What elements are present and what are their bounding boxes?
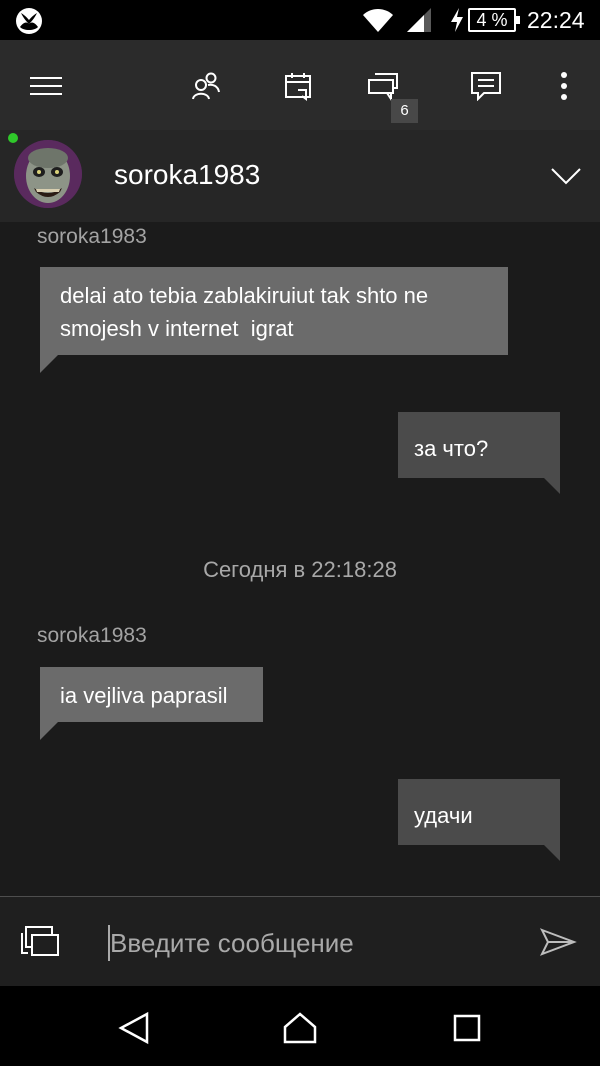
status-time: 22:24 [527, 7, 585, 33]
activity-button[interactable] [277, 64, 321, 108]
message-text-line: smojesh v internet igrat [60, 316, 294, 341]
bubble-tail [40, 355, 58, 373]
home-button[interactable] [280, 1008, 320, 1048]
message-bubble-outgoing[interactable]: за что? [398, 412, 560, 478]
conversations-icon [368, 73, 398, 101]
conversation-gamertag: soroka1983 [114, 159, 261, 190]
message-composer [0, 896, 600, 986]
messages-button[interactable] [464, 64, 508, 108]
message-list[interactable]: soroka1983 delai ato tebia zablakiruiut … [0, 222, 600, 896]
message-sender: soroka1983 [37, 624, 147, 647]
wifi-icon [363, 9, 393, 32]
friends-button[interactable] [184, 64, 228, 108]
message-bubble-outgoing[interactable]: удачи [398, 779, 560, 845]
avatar[interactable] [14, 140, 82, 208]
message-text: ia vejliva paprasil [60, 683, 228, 708]
bubble-tail [544, 845, 560, 861]
activity-icon [285, 73, 311, 101]
message-timestamp: Сегодня в 22:18:28 [203, 557, 397, 582]
navigation-bar [0, 986, 600, 1066]
expand-button[interactable] [548, 158, 584, 194]
menu-button[interactable] [24, 64, 68, 108]
message-bubble-incoming[interactable]: delai ato tebia zablakiruiut tak shto ne… [40, 267, 508, 355]
message-input[interactable] [108, 925, 508, 961]
conversation-header[interactable]: soroka1983 [0, 130, 600, 222]
message-text: за что? [414, 436, 489, 461]
bubble-tail [544, 478, 560, 494]
signal-icon [407, 8, 431, 32]
status-bar: 4 % 22:24 [0, 0, 600, 40]
app-bar: 6 [0, 40, 600, 130]
more-options-button[interactable] [542, 64, 586, 108]
back-icon [118, 1011, 149, 1045]
recents-icon [453, 1014, 481, 1042]
menu-icon [30, 77, 62, 95]
message-text: удачи [414, 803, 473, 828]
notification-badge: 6 [391, 99, 418, 123]
friends-icon [192, 72, 220, 100]
online-status-dot [8, 133, 18, 143]
battery-indicator: 4 % [468, 8, 520, 32]
back-button[interactable] [114, 1008, 154, 1048]
recents-button[interactable] [447, 1008, 487, 1048]
send-icon[interactable] [538, 927, 578, 957]
home-icon [283, 1012, 317, 1044]
bubble-tail [40, 722, 58, 740]
chevron-down-icon [551, 168, 581, 185]
attach-icon[interactable] [20, 925, 62, 961]
xbox-logo-icon [16, 8, 42, 34]
message-text-line: delai ato tebia zablakiruiut tak shto ne [60, 283, 429, 308]
messages-icon [471, 72, 501, 101]
message-sender: soroka1983 [37, 225, 147, 248]
charging-icon [451, 8, 463, 32]
more-icon [561, 72, 567, 100]
message-bubble-incoming[interactable]: ia vejliva paprasil [40, 667, 263, 722]
avatar-image [14, 140, 82, 208]
